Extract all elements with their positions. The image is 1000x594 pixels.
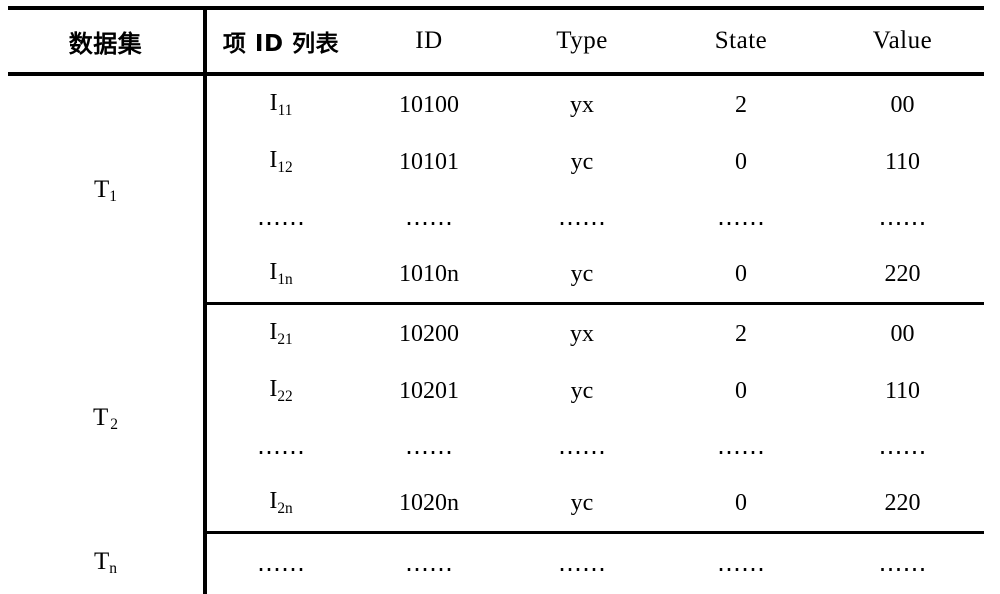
cell-state-value: 0: [661, 245, 821, 305]
ellipsis: ……: [558, 203, 606, 231]
cell-state-value: 0: [661, 474, 821, 534]
ellipsis: ……: [717, 432, 765, 460]
dataset-label-subscript: 2: [110, 416, 119, 434]
ellipsis: ……: [558, 549, 606, 578]
ellipsis: ……: [405, 203, 453, 231]
cell-id-value: ……: [355, 190, 503, 245]
cell-type-value: yc: [503, 245, 661, 305]
ellipsis: ……: [257, 549, 305, 578]
cell-value-value: 110: [821, 133, 984, 190]
item-id-subscript: 11: [277, 101, 293, 119]
dataset-label: Tn: [93, 547, 118, 577]
cell-id-value: 1010n: [355, 245, 503, 305]
column-header-value: Value: [821, 8, 984, 74]
item-id-subscript: 22: [277, 387, 293, 405]
item-id-subscript: 12: [277, 158, 293, 176]
dataset-label: T2: [92, 404, 119, 434]
cell-value-value: 00: [821, 74, 984, 133]
ellipsis: ……: [717, 549, 765, 578]
cell-item-id: I22: [205, 362, 355, 419]
cell-state-value: 2: [661, 303, 821, 362]
cell-state-value: ……: [661, 419, 821, 474]
cell-item-id: ……: [205, 190, 355, 245]
table-body: T1 I11 10100 yx 2 00 I12 10101 yc 0 110………………………… I…: [8, 74, 984, 594]
table-figure: 数据集 项 ID 列表 ID Type State Value T1 I11 101…: [0, 0, 1000, 594]
column-header-dataset: 数据集: [8, 8, 207, 74]
cell-item-id: ……: [205, 532, 355, 594]
item-id-subscript: 21: [277, 330, 293, 348]
dataset-label-cell: T1: [8, 74, 207, 304]
ellipsis: ……: [405, 432, 453, 460]
dataset-label-subscript: n: [109, 559, 118, 577]
cell-state-value: 0: [661, 133, 821, 190]
cell-type-value: ……: [503, 190, 661, 245]
table-row: T 2 I21 10200 yx 2 00: [8, 303, 984, 533]
dataset-label-cell: Tn: [8, 532, 207, 594]
cell-id-value: 10100: [355, 74, 503, 133]
cell-id-value: 1020n: [355, 474, 503, 534]
cell-value-value: ……: [821, 419, 984, 474]
item-id-subscript: 2n: [277, 499, 293, 517]
cell-value-value: ……: [821, 532, 984, 594]
cell-item-id: I11: [205, 74, 355, 133]
cell-id-value: 10200: [355, 303, 503, 362]
cell-id-value: 10101: [355, 133, 503, 190]
cell-type-value: yc: [503, 133, 661, 190]
cell-value-value: 220: [821, 474, 984, 534]
item-id-subscript: 1n: [277, 270, 293, 288]
dataset-label-cell: T2: [8, 303, 207, 533]
ellipsis: ……: [878, 549, 927, 578]
cell-id-value: 10201: [355, 362, 503, 419]
dataset-label: T1: [93, 175, 118, 206]
ellipsis: ……: [257, 432, 305, 460]
cell-value-value: ……: [821, 190, 984, 245]
ellipsis: ……: [878, 432, 927, 460]
ellipsis: ……: [558, 432, 606, 460]
cell-state-value: 2: [661, 74, 821, 133]
table-container: 数据集 项 ID 列表 ID Type State Value T1 I11 101…: [8, 6, 984, 594]
cell-type-value: ……: [503, 532, 661, 594]
cell-item-id: ……: [205, 419, 355, 474]
cell-type-value: yx: [503, 74, 661, 133]
column-header-item-id-list: 项 ID 列表: [205, 8, 355, 74]
ellipsis: ……: [717, 203, 765, 231]
ellipsis: ……: [405, 549, 453, 578]
table-row: T1 I11 10100 yx 2 00: [8, 74, 984, 304]
column-header-type: Type: [503, 8, 661, 74]
cell-type-value: yx: [503, 303, 661, 362]
cell-item-id: I1n: [205, 245, 355, 305]
cell-item-id: I21: [205, 303, 355, 362]
ellipsis: ……: [257, 203, 305, 231]
cell-type-value: yc: [503, 474, 661, 534]
cell-state-value: ……: [661, 532, 821, 594]
dataset-table: 数据集 项 ID 列表 ID Type State Value T1 I11 101…: [8, 6, 984, 594]
cell-item-id: I2n: [205, 474, 355, 534]
cell-value-value: 220: [821, 245, 984, 305]
cell-type-value: ……: [503, 419, 661, 474]
dataset-label-subscript: 1: [109, 188, 118, 206]
cell-id-value: ……: [355, 419, 503, 474]
table-row: Tn …… …… …… …… ……: [8, 532, 984, 594]
cell-type-value: yc: [503, 362, 661, 419]
cell-state-value: 0: [661, 362, 821, 419]
cell-state-value: ……: [661, 190, 821, 245]
column-header-id: ID: [355, 8, 503, 74]
cell-id-value: ……: [355, 532, 503, 594]
cell-value-value: 110: [821, 362, 984, 419]
cell-item-id: I12: [205, 133, 355, 190]
cell-value-value: 00: [821, 303, 984, 362]
table-header: 数据集 项 ID 列表 ID Type State Value: [8, 8, 984, 74]
header-row: 数据集 项 ID 列表 ID Type State Value: [8, 8, 984, 74]
ellipsis: ……: [878, 203, 927, 231]
column-header-state: State: [661, 8, 821, 74]
